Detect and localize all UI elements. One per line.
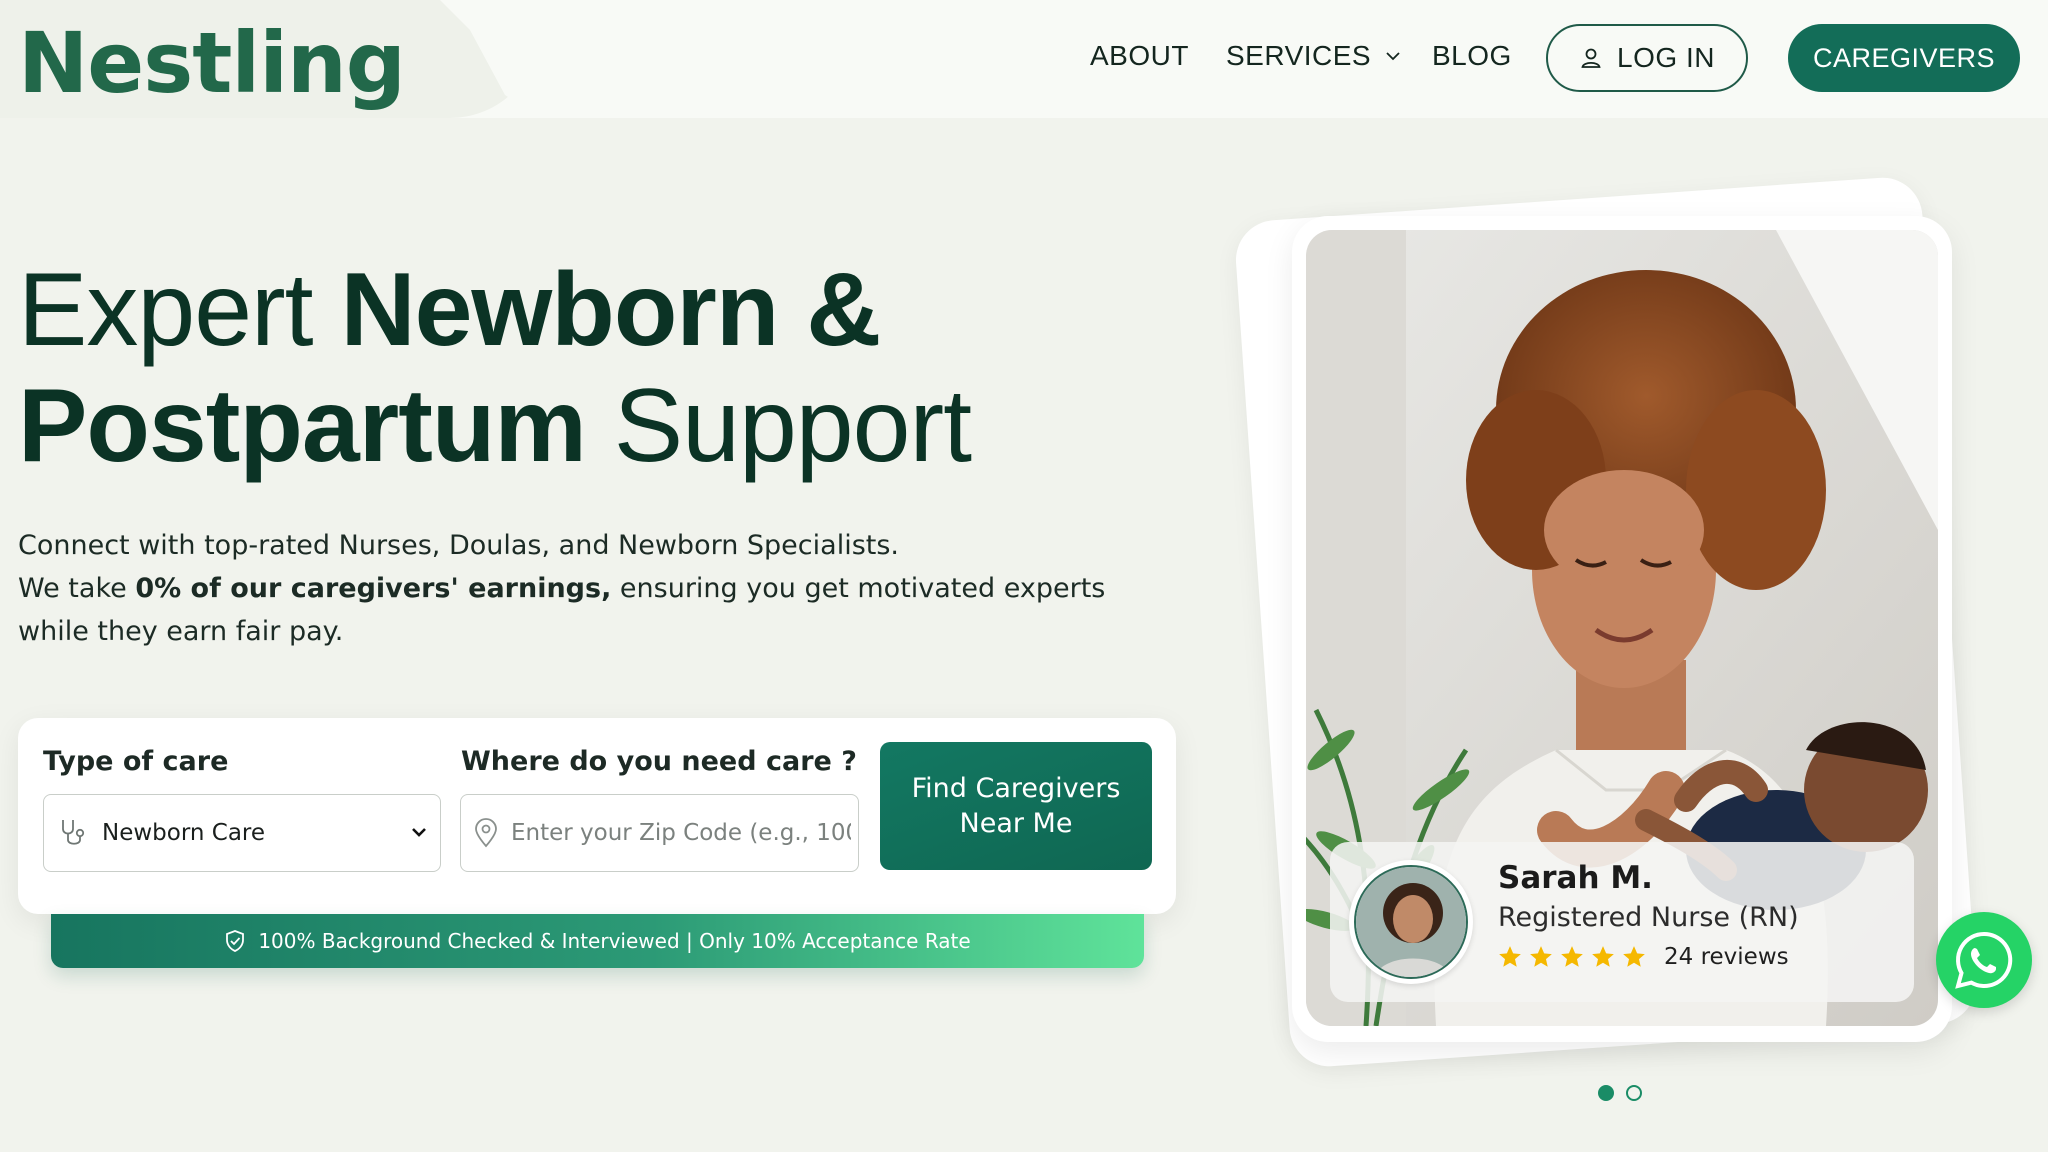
star-icon — [1499, 946, 1521, 967]
hero-title-part-2: Newborn & — [340, 252, 881, 368]
star-icon — [1623, 946, 1645, 967]
hero-line-1: Connect with top-rated Nurses, Doulas, a… — [18, 530, 899, 561]
location-label: Where do you need care ? — [461, 746, 857, 777]
zip-code-field[interactable] — [460, 794, 859, 872]
map-pin-icon — [475, 818, 497, 848]
find-caregivers-button[interactable]: Find Caregivers Near Me — [880, 742, 1152, 870]
stethoscope-icon — [62, 820, 85, 845]
shield-check-icon — [226, 930, 245, 952]
review-count[interactable]: 24 reviews — [1664, 944, 1789, 970]
zip-code-input[interactable] — [511, 820, 851, 846]
nav-blog[interactable]: BLOG — [1432, 40, 1512, 72]
star-icon — [1561, 946, 1583, 967]
nav-services[interactable]: SERVICES — [1226, 40, 1401, 72]
nav-services-label: SERVICES — [1226, 40, 1372, 71]
hero-title-part-4: Support — [585, 368, 972, 484]
star-icon — [1530, 946, 1552, 967]
care-type-value: Newborn Care — [102, 820, 266, 846]
caregiver-name: Sarah M. — [1498, 860, 1653, 896]
care-type-select[interactable]: Newborn Care — [43, 794, 441, 872]
avatar — [1349, 860, 1473, 984]
star-icon — [1592, 946, 1614, 967]
avatar-portrait — [1356, 867, 1466, 977]
caregiver-role: Registered Nurse (RN) — [1498, 902, 1799, 933]
hero-title-part-3: Postpartum — [18, 368, 587, 484]
caregivers-button[interactable]: CAREGIVERS — [1788, 24, 2020, 92]
user-icon — [1581, 48, 1601, 68]
hero-title: Expert Newborn & Postpartum Support — [18, 252, 1118, 484]
chevron-down-icon — [1386, 52, 1400, 61]
hero-description: Connect with top-rated Nurses, Doulas, a… — [18, 524, 1158, 653]
rating-stars — [1497, 944, 1652, 970]
hero-line-2-bold: 0% of our caregivers' earnings, — [135, 573, 612, 604]
hero-line-2: We take 0% of our caregivers' earnings, … — [18, 567, 1158, 653]
chevron-down-icon — [412, 828, 426, 837]
brand-logo[interactable]: Nestling — [18, 14, 406, 112]
trust-banner: 100% Background Checked & Interviewed | … — [51, 914, 1144, 968]
hero-title-part-1: Expert — [18, 252, 341, 368]
hero-line-2-pre: We take — [18, 573, 136, 604]
type-of-care-label: Type of care — [43, 746, 229, 777]
trust-text: 100% Background Checked & Interviewed | … — [258, 929, 971, 953]
nav-about[interactable]: ABOUT — [1090, 40, 1189, 72]
carousel-dot-1[interactable] — [1598, 1085, 1614, 1101]
carousel-dot-2[interactable] — [1626, 1085, 1642, 1101]
whatsapp-icon — [1955, 931, 2013, 989]
login-button[interactable]: LOG IN — [1546, 24, 1748, 92]
login-label: LOG IN — [1617, 42, 1715, 73]
carousel-dots — [1598, 1085, 1654, 1101]
whatsapp-button[interactable] — [1936, 912, 2032, 1008]
